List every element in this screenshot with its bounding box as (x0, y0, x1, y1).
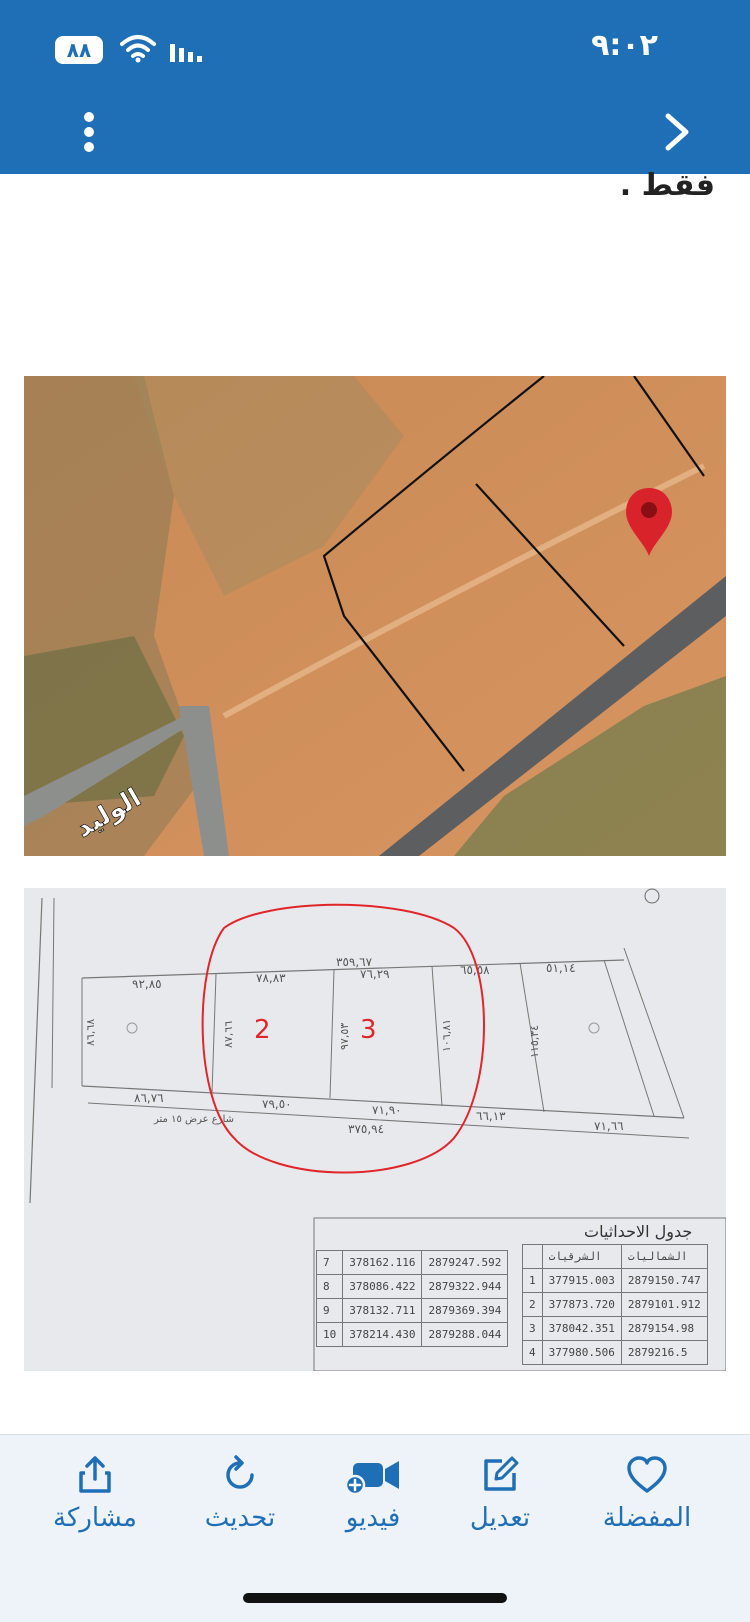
svg-text:٦٦,١٣: ٦٦,١٣ (476, 1109, 506, 1123)
home-indicator (243, 1593, 507, 1603)
table-row: 2 377873.720 2879101.912 (522, 1292, 708, 1317)
svg-text:٨٦,٦٨: ٨٦,٦٨ (84, 1019, 97, 1046)
table-row: 1 377915.003 2879150.747 (522, 1268, 708, 1293)
battery-level: ٨٨ (66, 38, 92, 62)
table-row: 9 378132.711 2879369.394 (315, 1298, 509, 1323)
table-row: 8 378086.422 2879322.944 (315, 1274, 509, 1299)
video-icon (344, 1461, 399, 1495)
plot-number-3: 3 (360, 1015, 377, 1045)
top-app-bar: ٨٨ ٩:٠٢ (0, 0, 750, 174)
coordinate-table-left: 7 378162.116 2879247.592 8 378086.422 287932… (315, 1250, 509, 1347)
refresh-icon (226, 1455, 254, 1489)
svg-text:٧٨,٨٣: ٧٨,٨٣ (256, 971, 286, 985)
aerial-map-drawing: الوليد (24, 376, 726, 856)
svg-text:٧١,٦٦: ٧١,٦٦ (594, 1119, 624, 1133)
refresh-button[interactable]: تحديث (175, 1455, 305, 1533)
share-label: مشاركة (53, 1503, 137, 1533)
share-button[interactable]: مشاركة (30, 1455, 160, 1533)
battery-indicator: ٨٨ (55, 36, 103, 64)
svg-text:٣٧٥,٩٤: ٣٧٥,٩٤ (348, 1122, 384, 1136)
table-header-row: الشرقيات الشماليات (522, 1244, 708, 1269)
svg-text:٧٦,٢٩: ٧٦,٢٩ (360, 967, 390, 981)
table-row: 4 377980.506 2879216.5 (522, 1340, 708, 1365)
wifi-icon (120, 35, 156, 63)
aerial-map-image[interactable]: الوليد (24, 376, 726, 856)
share-icon (79, 1456, 111, 1493)
table-row: 3 378042.351 2879154.98 (522, 1316, 708, 1341)
svg-text:٩٢,٨٥: ٩٢,٨٥ (132, 977, 162, 991)
heart-icon (627, 1456, 667, 1493)
table-row: 10 378214.430 2879288.044 (315, 1322, 509, 1347)
table-row: 7 378162.116 2879247.592 (315, 1250, 509, 1275)
refresh-label: تحديث (204, 1503, 276, 1533)
svg-text:٣٥٩,٦٧: ٣٥٩,٦٧ (336, 955, 373, 969)
svg-text:٨٦,٧٦: ٨٦,٧٦ (134, 1091, 164, 1105)
video-button[interactable]: فيديو (308, 1455, 438, 1533)
more-options-icon[interactable] (82, 112, 96, 152)
edit-icon (484, 1456, 519, 1491)
edit-button[interactable]: تعديل (435, 1455, 565, 1533)
svg-text:٩٧,٥٣: ٩٧,٥٣ (338, 1023, 351, 1050)
edit-label: تعديل (469, 1503, 531, 1533)
favorite-label: المفضلة (602, 1503, 692, 1533)
svg-text:٧١,٩٠: ٧١,٩٠ (372, 1103, 402, 1117)
svg-text:٨٧,٦٦: ٨٧,٦٦ (222, 1021, 235, 1048)
svg-text:٧٩,٥٠: ٧٩,٥٠ (262, 1097, 292, 1111)
article-text: فقط . (619, 168, 715, 203)
land-plan-image[interactable]: ٩٢,٨٥ ٧٨,٨٣ ٧٦,٢٩ ٦٥,٥٨ ٥١,١٤ ٣٥٩,٦٧ ٨٦,… (24, 888, 726, 1371)
coordinate-table-right: الشرقيات الشماليات 1 377915.003 2879150.747… (522, 1244, 708, 1365)
coordinate-table-title: جدول الاحداثيات (584, 1222, 693, 1241)
svg-text:١٠٦,٨١: ١٠٦,٨١ (440, 1019, 453, 1052)
favorite-button[interactable]: المفضلة (582, 1455, 712, 1533)
plot-number-2: 2 (254, 1015, 271, 1045)
status-time: ٩:٠٢ (591, 28, 658, 63)
chevron-right-icon[interactable] (664, 112, 690, 152)
video-label: فيديو (345, 1503, 401, 1533)
svg-text:١١٥,٣٤: ١١٥,٣٤ (528, 1025, 541, 1058)
svg-text:٥١,١٤: ٥١,١٤ (546, 961, 576, 975)
cellular-signal-icon (170, 44, 202, 62)
